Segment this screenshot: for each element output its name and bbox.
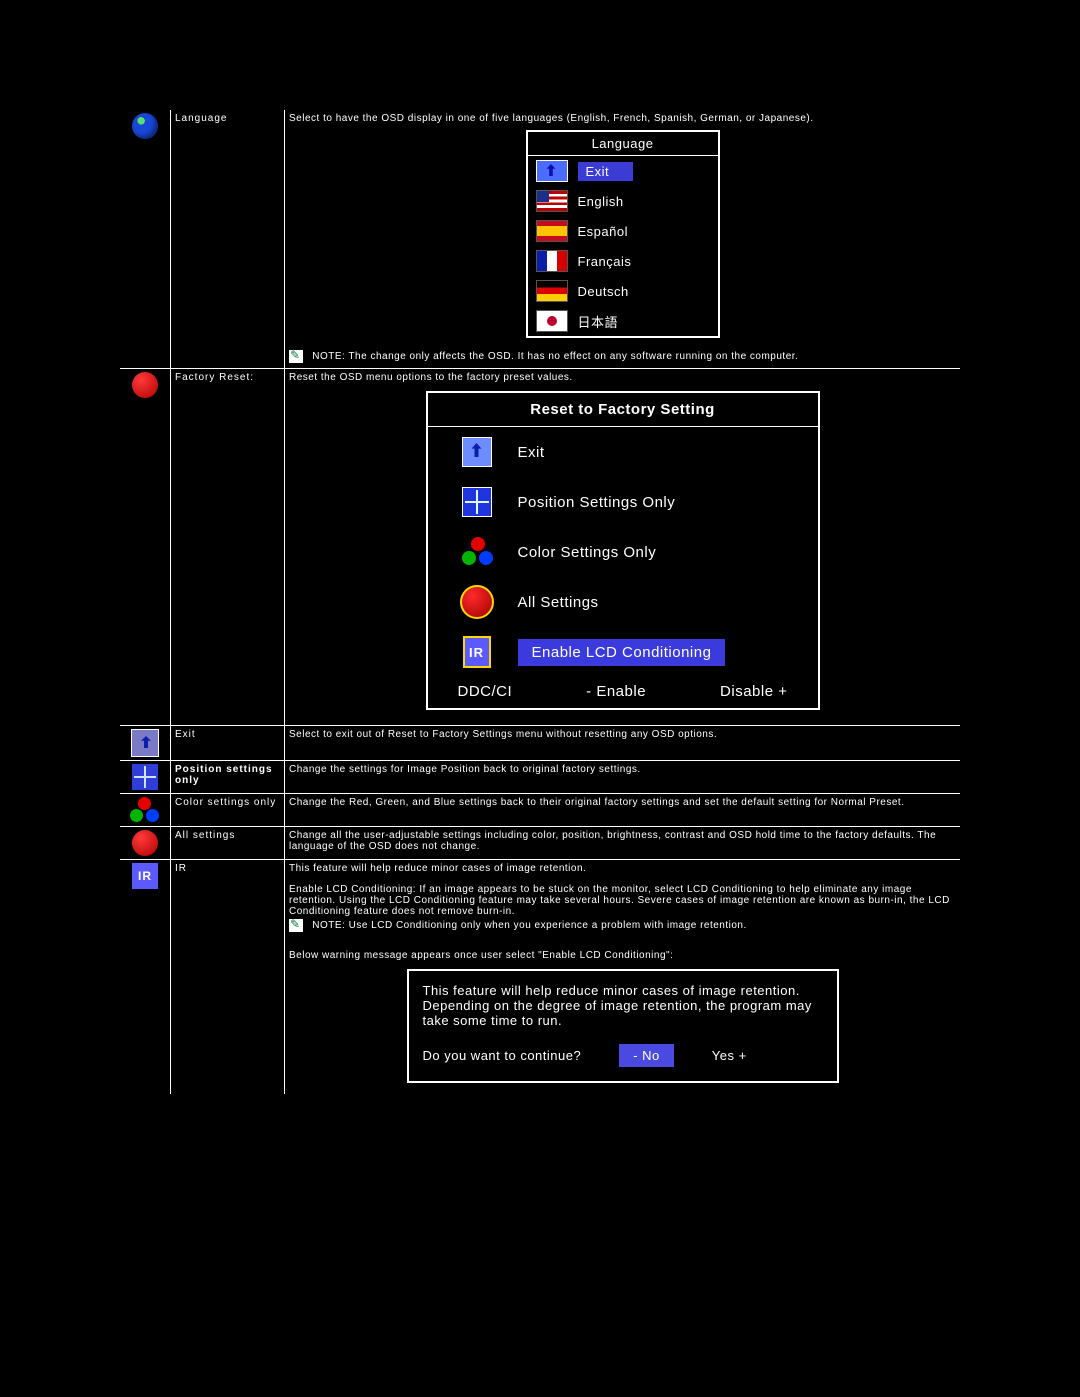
flag-fr-icon (536, 250, 568, 272)
label-ir: IR (171, 860, 285, 1095)
desc-ir-2: Enable LCD Conditioning: If an image app… (289, 884, 956, 917)
document-page: Language Select to have the OSD display … (0, 0, 1080, 1174)
desc-all-settings: Change all the user-adjustable settings … (285, 827, 961, 860)
flag-us-icon (536, 190, 568, 212)
rgb-dots-icon (130, 797, 160, 823)
desc-color-settings: Change the Red, Green, and Blue settings… (285, 794, 961, 827)
label-exit: Exit (171, 726, 285, 761)
osd-factory-title: Reset to Factory Setting (428, 393, 818, 427)
exit-icon (536, 160, 568, 182)
warning-body: This feature will help reduce minor case… (423, 983, 823, 1028)
ir-icon: IR (463, 636, 491, 668)
red-dot-icon (132, 830, 158, 856)
row-all-settings: All settings Change all the user-adjusta… (120, 827, 960, 860)
desc-position-settings: Change the settings for Image Position b… (285, 761, 961, 794)
osd-language-title: Language (528, 132, 718, 156)
language-item-francais[interactable]: Français (528, 246, 718, 276)
row-language: Language Select to have the OSD display … (120, 110, 960, 369)
row-color-settings: Color settings only Change the Red, Gree… (120, 794, 960, 827)
factory-item-position[interactable]: Position Settings Only (428, 477, 818, 527)
warning-prompt: Do you want to continue? (423, 1048, 582, 1063)
factory-item-lcd-conditioning[interactable]: IR Enable LCD Conditioning (428, 627, 818, 677)
language-item-espanol[interactable]: Español (528, 216, 718, 246)
desc-language: Select to have the OSD display in one of… (289, 113, 956, 124)
language-item-english[interactable]: English (528, 186, 718, 216)
language-item-exit[interactable]: Exit (528, 156, 718, 186)
label-color-settings: Color settings only (171, 794, 285, 827)
factory-ddc-row[interactable]: DDC/CI - Enable Disable + (428, 677, 818, 700)
no-button[interactable]: - No (619, 1044, 674, 1067)
ddc-disable[interactable]: Disable + (720, 683, 787, 700)
label-all-settings: All settings (171, 827, 285, 860)
rgb-dots-icon (462, 537, 492, 567)
factory-item-color[interactable]: Color Settings Only (428, 527, 818, 577)
exit-icon (131, 729, 159, 757)
note-icon (289, 919, 303, 932)
flag-de-icon (536, 280, 568, 302)
row-ir: IR IR This feature will help reduce mino… (120, 860, 960, 1095)
osd-language-menu: Language Exit English Español Français D… (526, 130, 720, 338)
ddc-enable[interactable]: - Enable (586, 683, 646, 700)
red-dot-icon (132, 372, 158, 398)
flag-jp-icon (536, 310, 568, 332)
note-ir: NOTE: Use LCD Conditioning only when you… (312, 920, 746, 931)
warning-intro: Below warning message appears once user … (289, 950, 956, 961)
note-icon (289, 350, 303, 363)
lcd-conditioning-warning-dialog: This feature will help reduce minor case… (407, 969, 839, 1083)
language-item-deutsch[interactable]: Deutsch (528, 276, 718, 306)
row-exit: Exit Select to exit out of Reset to Fact… (120, 726, 960, 761)
globe-icon (132, 113, 158, 139)
red-circle-icon (460, 585, 494, 619)
position-arrows-icon (132, 764, 158, 790)
row-factory-reset: Factory Reset: Reset the OSD menu option… (120, 369, 960, 726)
desc-ir-1: This feature will help reduce minor case… (289, 863, 956, 874)
osd-factory-dialog: Reset to Factory Setting Exit Position S… (426, 391, 820, 710)
row-position-settings: Position settings only Change the settin… (120, 761, 960, 794)
ddc-label: DDC/CI (458, 683, 513, 700)
desc-factory-reset: Reset the OSD menu options to the factor… (289, 372, 956, 383)
label-position-settings: Position settings only (171, 761, 285, 794)
language-item-japanese[interactable]: 日本語 (528, 306, 718, 336)
note-language: NOTE: The change only affects the OSD. I… (312, 351, 798, 362)
ir-icon: IR (132, 863, 158, 889)
label-factory-reset: Factory Reset: (171, 369, 285, 726)
factory-item-all[interactable]: All Settings (428, 577, 818, 627)
exit-icon (463, 438, 491, 466)
position-arrows-icon (463, 488, 491, 516)
yes-button[interactable]: Yes + (712, 1048, 747, 1063)
factory-item-exit[interactable]: Exit (428, 427, 818, 477)
label-language: Language (171, 110, 285, 369)
flag-es-icon (536, 220, 568, 242)
desc-exit: Select to exit out of Reset to Factory S… (285, 726, 961, 761)
